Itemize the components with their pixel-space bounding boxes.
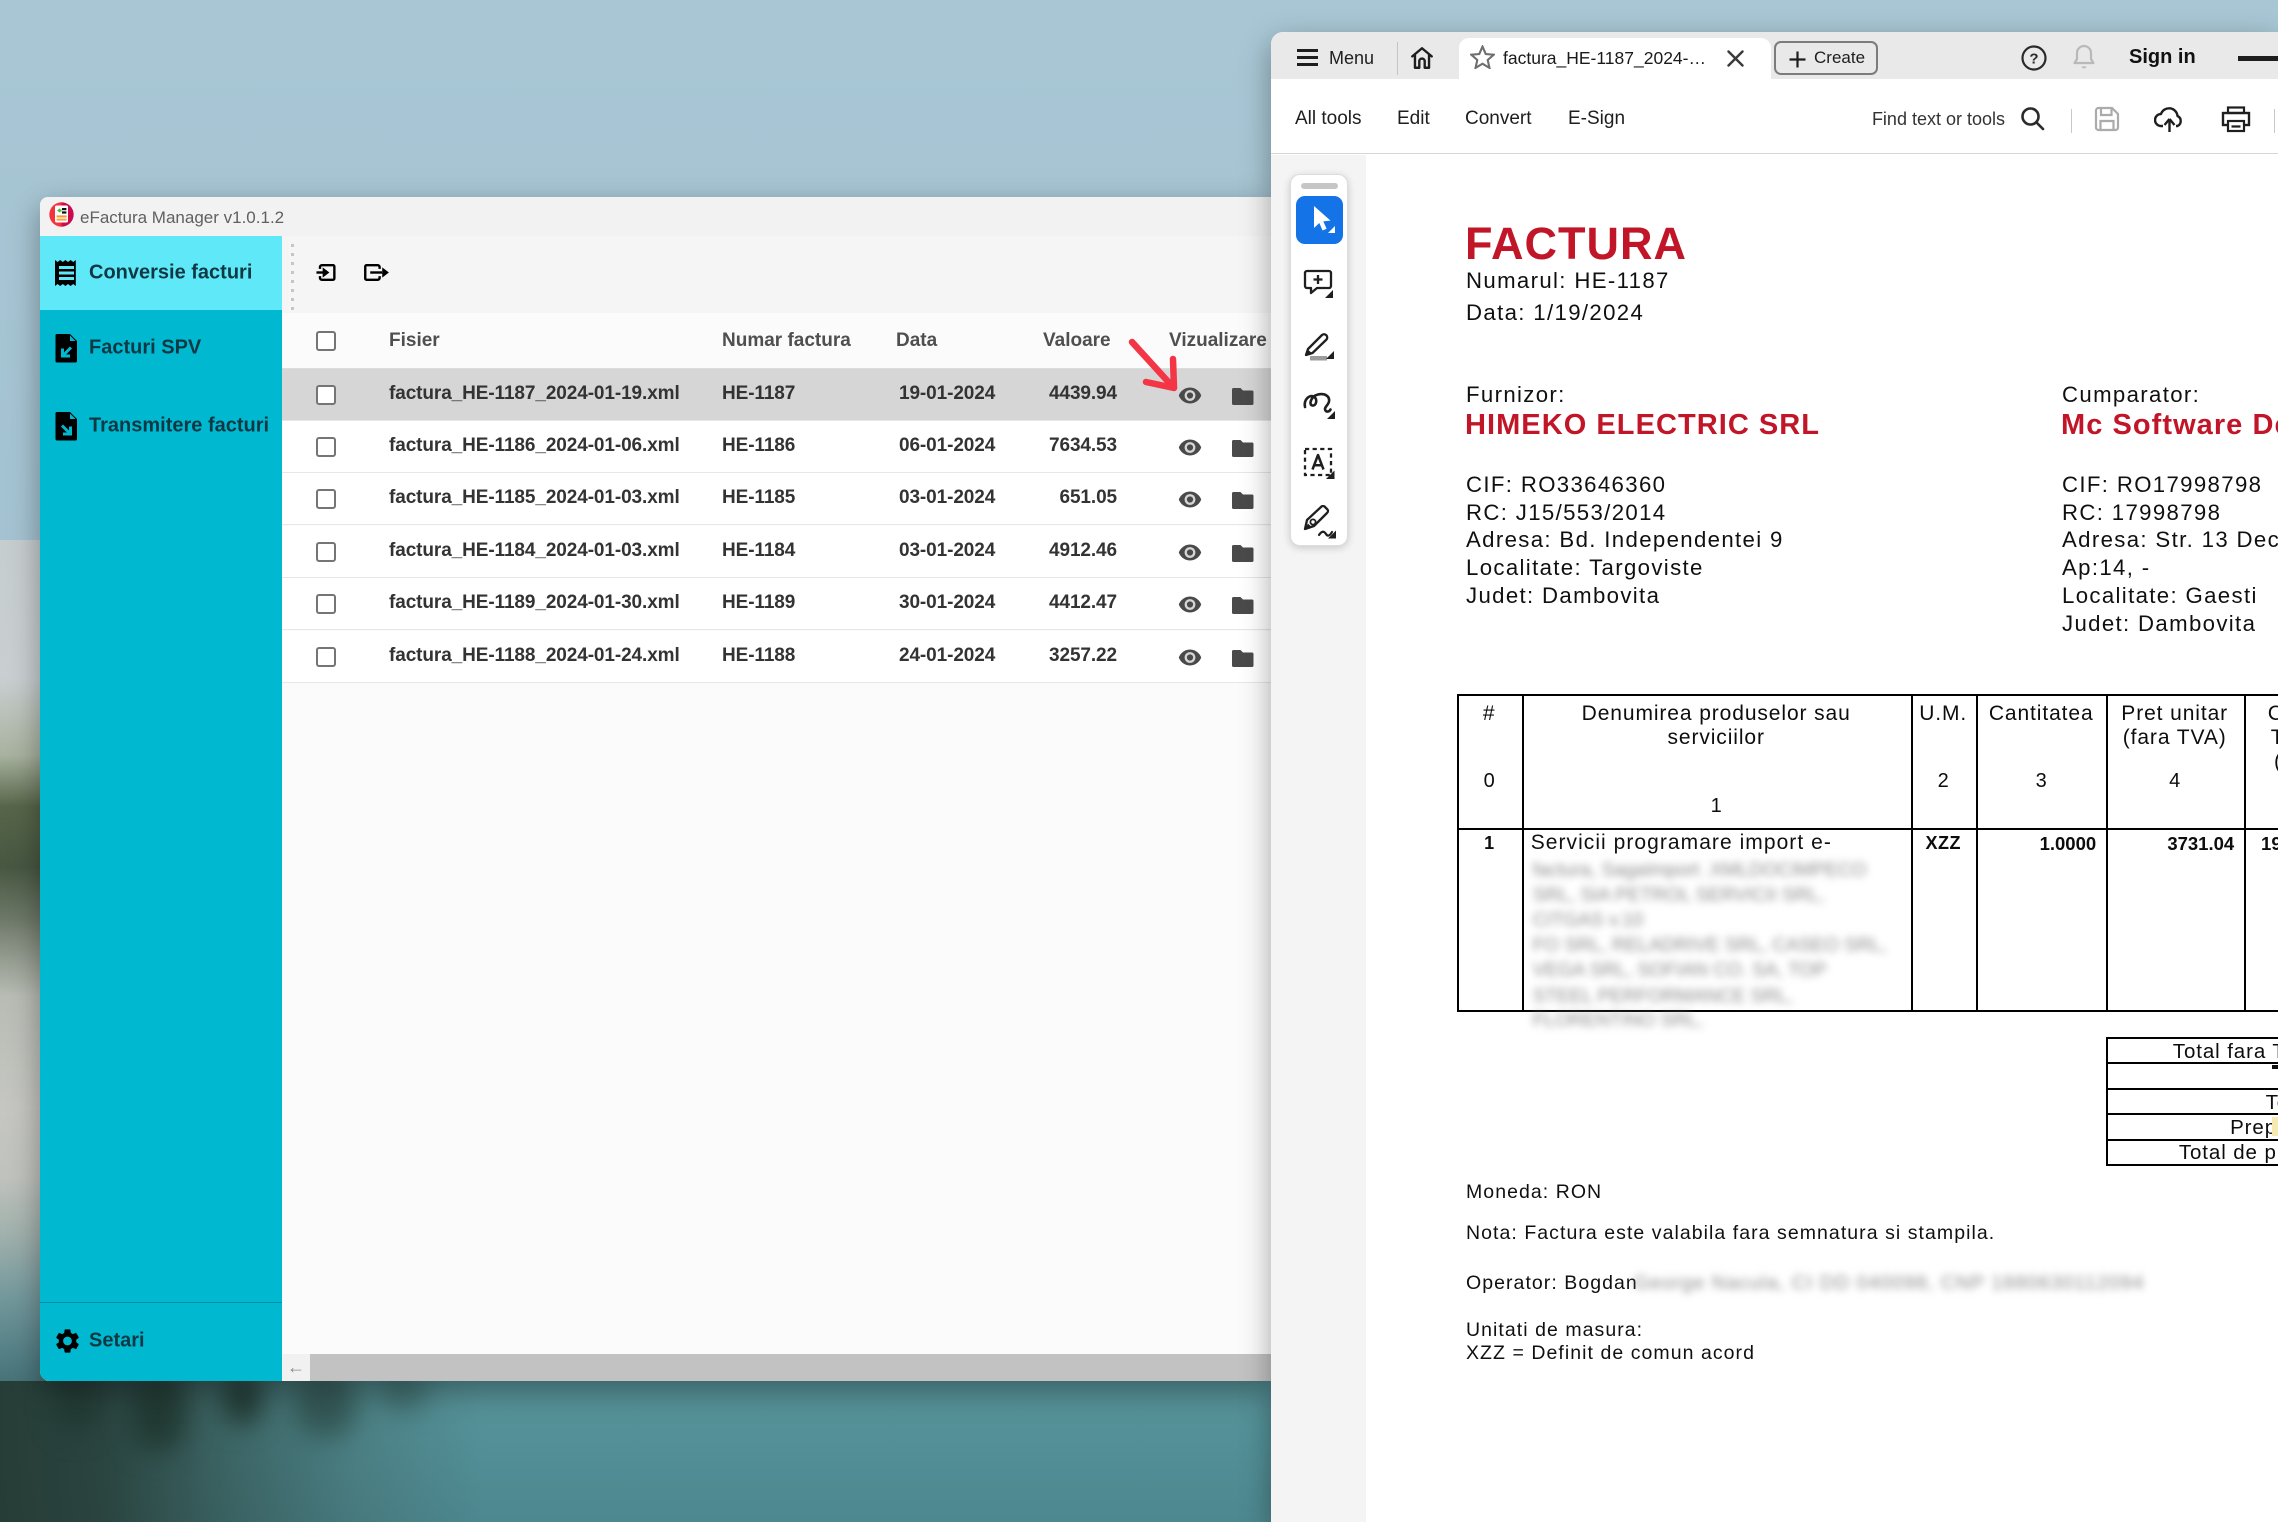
svg-text:?: ? — [2029, 51, 2038, 68]
